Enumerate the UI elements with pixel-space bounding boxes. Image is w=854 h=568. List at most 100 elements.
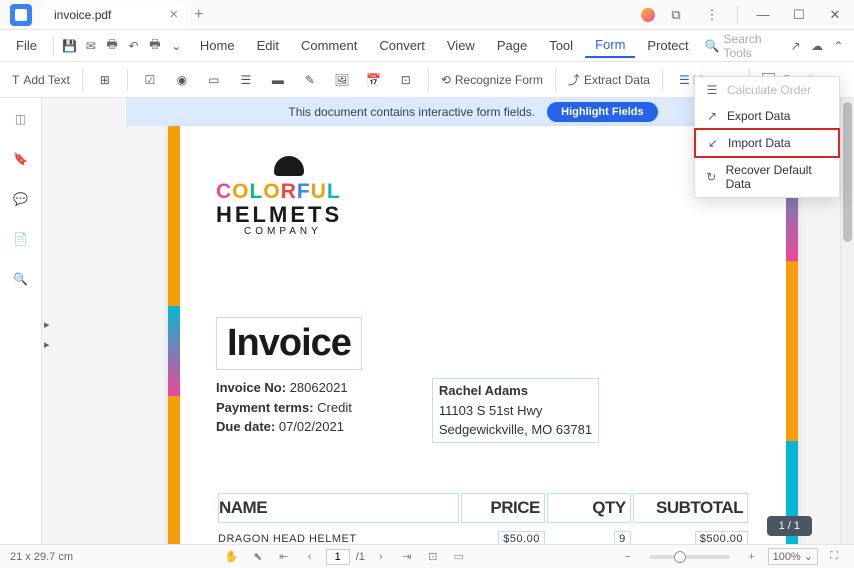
page-total: /1 xyxy=(356,551,365,563)
invoice-table: NAME PRICE QTY SUBTOTAL DRAGON HEAD HELM… xyxy=(216,491,750,545)
collapse-icon[interactable]: ⌃ xyxy=(829,35,848,57)
menu-comment[interactable]: Comment xyxy=(291,34,367,57)
col-subtotal[interactable]: SUBTOTAL xyxy=(633,493,748,523)
price-field[interactable]: $50.00 xyxy=(498,531,545,545)
page-number-input[interactable] xyxy=(326,549,350,565)
menu-tool[interactable]: Tool xyxy=(539,34,583,57)
date-field-icon[interactable]: 📅 xyxy=(360,66,388,94)
col-qty[interactable]: QTY xyxy=(547,493,631,523)
comment-icon[interactable]: 💬 xyxy=(12,190,30,208)
radio-field-icon[interactable]: ◉ xyxy=(168,66,196,94)
add-text-button[interactable]: T Add Text xyxy=(8,66,74,94)
list-field-icon[interactable]: ☰ xyxy=(232,66,260,94)
hand-tool-icon[interactable]: ✋ xyxy=(222,547,242,567)
col-name[interactable]: NAME xyxy=(218,493,459,523)
page-dimensions: 21 x 29.7 cm xyxy=(10,551,73,563)
app-icon xyxy=(10,4,32,26)
file-menu[interactable]: File xyxy=(6,34,47,57)
zoom-slider[interactable] xyxy=(650,555,730,559)
table-row: DRAGON HEAD HELMET $50.00 9 $500.00 xyxy=(218,525,748,545)
zoom-in-icon[interactable]: + xyxy=(742,547,762,567)
qty-field[interactable]: 9 xyxy=(614,531,631,545)
search-tools[interactable]: 🔍 Search Tools xyxy=(705,32,782,60)
billing-address-field[interactable]: Rachel Adams 11103 S 51st Hwy Sedgewickv… xyxy=(432,378,599,443)
menu-convert[interactable]: Convert xyxy=(369,34,435,57)
status-bar: 21 x 29.7 cm ✋ ⬉ ⇤ ‹ /1 › ⇥ ⊡ ▭ − + 100%… xyxy=(0,544,854,568)
export-data-item[interactable]: ↗ Export Data xyxy=(695,103,839,129)
thumbnails-icon[interactable]: ◫ xyxy=(12,110,30,128)
signature-field-icon[interactable]: ✎ xyxy=(296,66,324,94)
mail-icon[interactable]: ✉ xyxy=(81,35,100,57)
export-icon: ↗ xyxy=(705,109,719,123)
scroll-thumb[interactable] xyxy=(843,102,852,242)
close-window-button[interactable]: ✕ xyxy=(820,0,850,30)
checkbox-field-icon[interactable]: ☑ xyxy=(136,66,164,94)
search-icon: 🔍 xyxy=(705,39,720,53)
banner-text: This document contains interactive form … xyxy=(288,105,535,119)
recognize-form-button[interactable]: ⟲ Recognize Form xyxy=(437,66,547,94)
subtotal-field[interactable]: $500.00 xyxy=(695,531,748,545)
document-tab[interactable]: invoice.pdf × xyxy=(42,1,186,29)
tab-title: invoice.pdf xyxy=(54,8,111,22)
kebab-menu-icon[interactable]: ⋮ xyxy=(697,0,727,30)
text-icon: T xyxy=(12,73,19,87)
company-logo: COLORFUL HELMETS COMPANY xyxy=(216,156,750,237)
invoice-meta: Invoice No: 28062021 Payment terms: Cred… xyxy=(216,378,352,443)
maximize-button[interactable]: ☐ xyxy=(784,0,814,30)
menu-protect[interactable]: Protect xyxy=(637,34,698,57)
save-icon[interactable]: 💾 xyxy=(60,35,79,57)
image-field-icon[interactable]: 🖼 xyxy=(328,66,356,94)
undo-icon[interactable]: ↶ xyxy=(124,35,143,57)
invoice-title[interactable]: Invoice xyxy=(216,317,362,370)
menu-bar: File 💾 ✉ 🖶 ↶ 🖶 ⌄ Home Edit Comment Conve… xyxy=(0,30,854,62)
vertical-scrollbar[interactable] xyxy=(840,98,854,544)
helmet-icon xyxy=(274,156,304,176)
highlight-fields-button[interactable]: Highlight Fields xyxy=(547,102,658,122)
attachment-icon[interactable]: 📄 xyxy=(12,230,30,248)
menu-edit[interactable]: Edit xyxy=(247,34,289,57)
fit-page-icon[interactable]: ▭ xyxy=(449,547,469,567)
extract-icon: ⤴ xyxy=(568,71,580,88)
import-data-item[interactable]: ↙ Import Data xyxy=(694,128,840,158)
select-tool-icon[interactable]: ⬉ xyxy=(248,547,268,567)
cloud-icon[interactable]: ☁ xyxy=(807,35,826,57)
print-icon[interactable]: 🖶 xyxy=(103,35,122,57)
menu-page[interactable]: Page xyxy=(487,34,537,57)
page-badge: 1 / 1 xyxy=(767,516,812,536)
fullscreen-icon[interactable]: ⛶ xyxy=(824,547,844,567)
list-icon: ☰ xyxy=(705,83,719,97)
last-page-icon[interactable]: ⇥ xyxy=(397,547,417,567)
close-tab-icon[interactable]: × xyxy=(169,6,178,23)
zoom-select[interactable]: 100% ⌄ xyxy=(768,548,818,565)
extract-data-button[interactable]: ⤴ Extract Data xyxy=(564,66,654,94)
window-maximize-alt-icon[interactable]: ⧉ xyxy=(661,0,691,30)
barcode-field-icon[interactable]: ⊡ xyxy=(392,66,420,94)
add-tab-button[interactable]: + xyxy=(194,6,203,24)
calculate-order-item: ☰ Calculate Order xyxy=(695,77,839,103)
bookmark-icon[interactable]: 🔖 xyxy=(12,150,30,168)
search-icon[interactable]: 🔍 xyxy=(12,270,30,288)
col-price[interactable]: PRICE xyxy=(461,493,545,523)
next-page-icon[interactable]: › xyxy=(371,547,391,567)
title-bar: invoice.pdf × + ⧉ ⋮ — ☐ ✕ xyxy=(0,0,854,30)
combo-field-icon[interactable]: ▭ xyxy=(200,66,228,94)
recognize-icon: ⟲ xyxy=(441,73,451,87)
menu-home[interactable]: Home xyxy=(190,34,245,57)
redo-icon[interactable]: 🖶 xyxy=(145,35,164,57)
button-field-icon[interactable]: ▬ xyxy=(264,66,292,94)
menu-view[interactable]: View xyxy=(437,34,485,57)
more-dropdown: ☰ Calculate Order ↗ Export Data ↙ Import… xyxy=(694,76,840,198)
first-page-icon[interactable]: ⇤ xyxy=(274,547,294,567)
profile-icon[interactable] xyxy=(641,8,655,22)
hamburger-icon: ☰ xyxy=(679,73,690,87)
fit-width-icon[interactable]: ⊡ xyxy=(423,547,443,567)
recover-default-item[interactable]: ↻ Recover Default Data xyxy=(695,157,839,197)
zoom-out-icon[interactable]: − xyxy=(618,547,638,567)
chevron-down-icon[interactable]: ⌄ xyxy=(167,35,186,57)
prev-page-icon[interactable]: ‹ xyxy=(300,547,320,567)
menu-form[interactable]: Form xyxy=(585,33,635,58)
share-icon[interactable]: ↗ xyxy=(786,35,805,57)
minimize-button[interactable]: — xyxy=(748,0,778,30)
ruler-marker: ▸ xyxy=(44,338,50,351)
select-field-icon[interactable]: ⊞ xyxy=(91,66,119,94)
